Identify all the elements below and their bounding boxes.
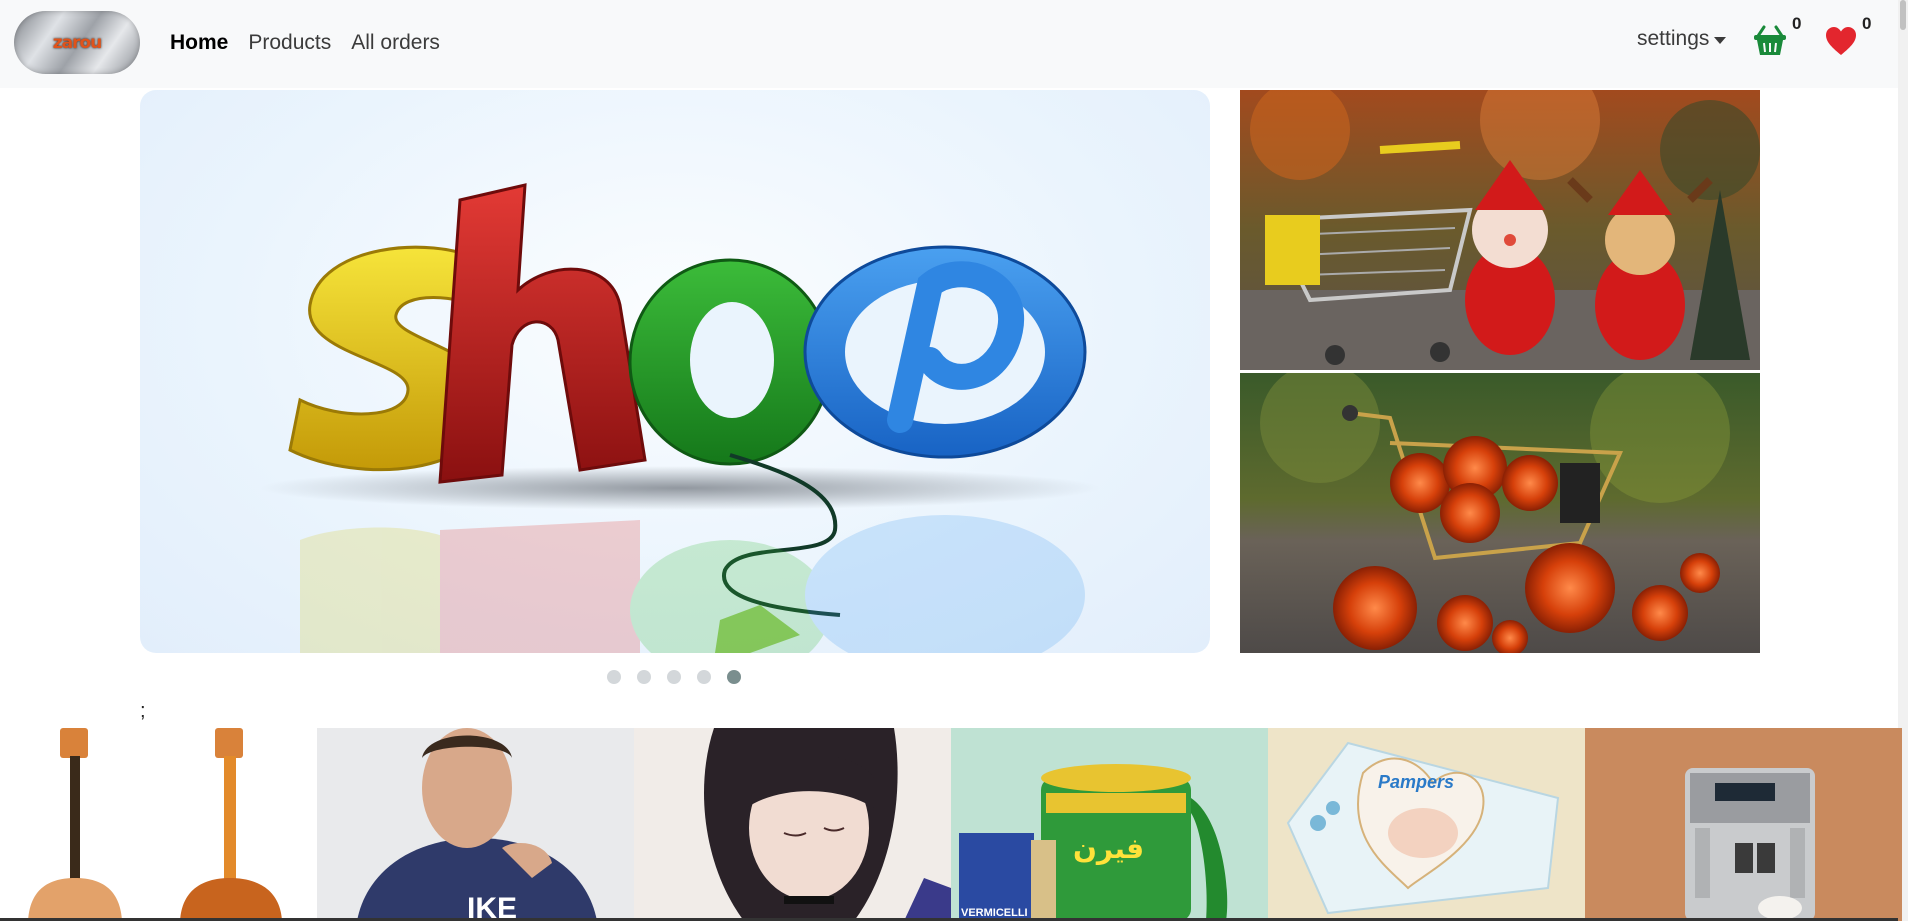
carousel-dot[interactable] [697, 670, 711, 684]
carousel-indicators [607, 670, 741, 684]
heart-icon[interactable] [1824, 24, 1858, 58]
hoodie-model-image: IKE [317, 728, 634, 921]
logo-text: zarou [52, 32, 103, 53]
brand-logo[interactable]: zarou [14, 11, 140, 74]
wishlist-count-badge: 0 [1862, 14, 1872, 33]
milk-powder-image: فيرن VERMICELLI [951, 728, 1268, 921]
product-tile-hoodie[interactable]: IKE [317, 728, 634, 921]
side-banner-ornament-cart[interactable] [1240, 373, 1760, 653]
product-tile-coffee-machine[interactable] [1585, 728, 1902, 921]
side-banner-santa-cart[interactable] [1240, 90, 1760, 370]
diaper-brand-text: Pampers [1378, 772, 1454, 792]
shop-3d-letters-image [260, 183, 1100, 653]
carousel-dot[interactable] [637, 670, 651, 684]
coffee-machine-image [1585, 728, 1902, 921]
product-tile-milk-powder[interactable]: فيرن VERMICELLI [951, 728, 1268, 921]
nav-link-all-orders[interactable]: All orders [351, 28, 440, 58]
top-navbar: zarou Home Products All orders settings … [0, 0, 1898, 88]
carousel-dot-active[interactable] [727, 670, 741, 684]
product-strip: IKE فيرن VERMICELLI Pampers [0, 728, 1902, 921]
hero-carousel[interactable] [140, 90, 1210, 653]
settings-dropdown[interactable]: settings [1637, 24, 1727, 54]
cart-count-badge: 0 [1792, 14, 1802, 33]
product-tile-diapers[interactable]: Pampers [1268, 728, 1585, 921]
nav-links: Home Products All orders [170, 28, 440, 58]
carousel-dot[interactable] [667, 670, 681, 684]
settings-label: settings [1637, 27, 1710, 50]
guitars-image [0, 728, 317, 921]
caret-down-icon [1714, 36, 1727, 44]
anime-art-image [634, 728, 951, 921]
carousel-dot[interactable] [607, 670, 621, 684]
stray-semicolon-text: ; [140, 700, 146, 722]
nav-link-home[interactable]: Home [170, 28, 228, 58]
product-tile-guitars[interactable] [0, 728, 317, 921]
basket-icon[interactable] [1752, 22, 1788, 58]
diapers-image: Pampers [1268, 728, 1585, 921]
santa-cart-image [1240, 90, 1760, 370]
scrollbar-thumb[interactable] [1900, 0, 1906, 30]
product-tile-anime-art[interactable] [634, 728, 951, 921]
ornament-cart-image [1240, 373, 1760, 653]
milk-brand-text: فيرن [1073, 832, 1144, 865]
hoodie-logo-text: IKE [467, 892, 517, 921]
nav-link-products[interactable]: Products [248, 28, 331, 58]
